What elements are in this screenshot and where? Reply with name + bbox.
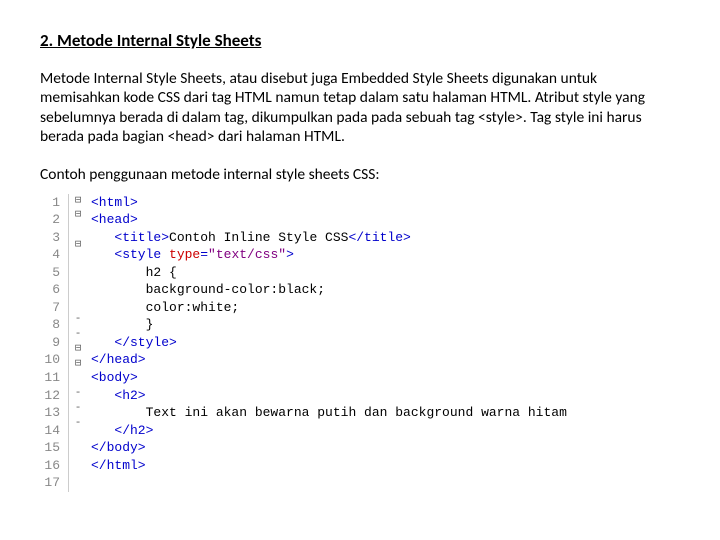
fold-marker[interactable]: -: [71, 312, 85, 327]
line-number: 5: [40, 264, 60, 282]
fold-marker[interactable]: ⊟: [71, 357, 85, 372]
code-line: [91, 474, 567, 492]
fold-marker[interactable]: ⊟: [71, 208, 85, 223]
line-number: 7: [40, 299, 60, 317]
section-heading: 2. Metode Internal Style Sheets: [40, 30, 680, 51]
fold-marker: [71, 431, 85, 446]
code-content: <html><head> <title>Contoh Inline Style …: [85, 194, 567, 492]
fold-marker: [71, 297, 85, 312]
fold-marker: [71, 268, 85, 283]
fold-marker[interactable]: ⊟: [71, 238, 85, 253]
line-number: 10: [40, 351, 60, 369]
code-line: h2 {: [91, 264, 567, 282]
code-line: </html>: [91, 457, 567, 475]
fold-marker[interactable]: -: [71, 386, 85, 401]
line-number: 3: [40, 229, 60, 247]
code-line: </style>: [91, 334, 567, 352]
fold-marker[interactable]: -: [71, 401, 85, 416]
line-number: 9: [40, 334, 60, 352]
code-line: <style type="text/css">: [91, 246, 567, 264]
example-label: Contoh penggunaan metode internal style …: [40, 165, 680, 184]
line-number: 4: [40, 246, 60, 264]
code-line: background-color:black;: [91, 281, 567, 299]
fold-marker: [71, 223, 85, 238]
line-number: 2: [40, 211, 60, 229]
code-line: <html>: [91, 194, 567, 212]
fold-marker[interactable]: -: [71, 327, 85, 342]
code-line: }: [91, 316, 567, 334]
line-number: 16: [40, 457, 60, 475]
line-number: 8: [40, 316, 60, 334]
fold-column: ⊟⊟⊟--⊟⊟---: [69, 194, 85, 492]
code-line: <head>: [91, 211, 567, 229]
code-line: </body>: [91, 439, 567, 457]
line-number: 15: [40, 439, 60, 457]
code-line: color:white;: [91, 299, 567, 317]
line-number: 12: [40, 387, 60, 405]
fold-marker: [71, 253, 85, 268]
code-line: </h2>: [91, 422, 567, 440]
fold-marker[interactable]: ⊟: [71, 342, 85, 357]
fold-marker: [71, 283, 85, 298]
line-number: 11: [40, 369, 60, 387]
line-number: 17: [40, 474, 60, 492]
line-number-gutter: 1234567891011121314151617: [40, 194, 69, 492]
section-paragraph: Metode Internal Style Sheets, atau diseb…: [40, 69, 680, 147]
code-line: </head>: [91, 351, 567, 369]
fold-marker[interactable]: ⊟: [71, 194, 85, 209]
fold-marker[interactable]: -: [71, 416, 85, 431]
code-line: <h2>: [91, 387, 567, 405]
line-number: 1: [40, 194, 60, 212]
line-number: 14: [40, 422, 60, 440]
line-number: 6: [40, 281, 60, 299]
code-editor: 1234567891011121314151617 ⊟⊟⊟--⊟⊟--- <ht…: [40, 194, 680, 492]
code-line: Text ini akan bewarna putih dan backgrou…: [91, 404, 567, 422]
line-number: 13: [40, 404, 60, 422]
fold-marker: [71, 372, 85, 387]
code-line: <body>: [91, 369, 567, 387]
code-line: <title>Contoh Inline Style CSS</title>: [91, 229, 567, 247]
